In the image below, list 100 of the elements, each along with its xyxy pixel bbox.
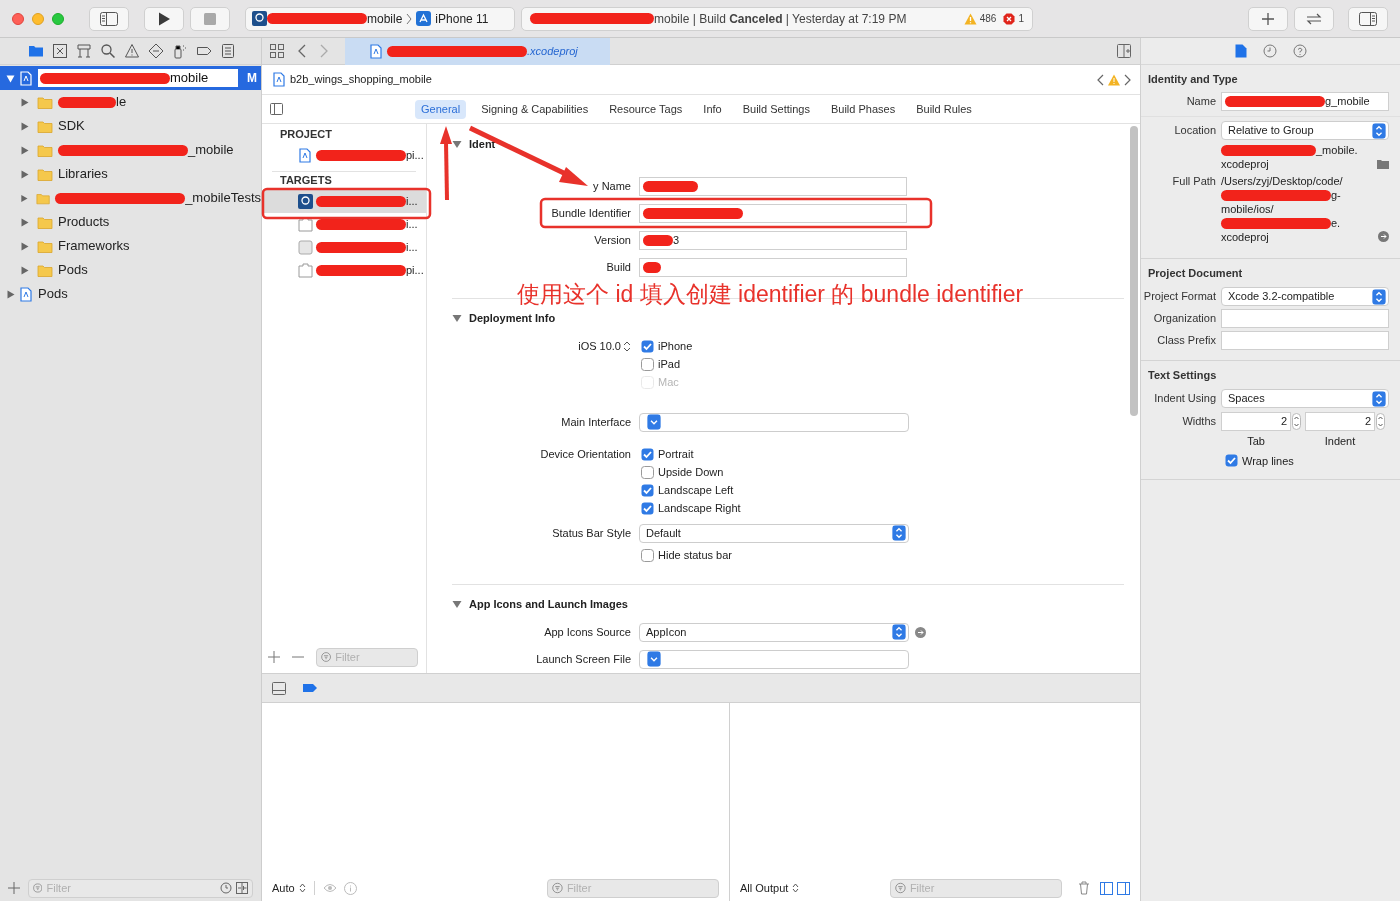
stepper-icon[interactable] [623, 340, 631, 352]
search-icon[interactable] [100, 43, 116, 59]
diamond-tab-icon[interactable] [148, 43, 164, 59]
disclosure-triangle-icon[interactable] [20, 217, 29, 227]
tree-row[interactable]: Frameworks [0, 234, 261, 258]
filter-input[interactable]: Filter [46, 879, 216, 897]
popup-button[interactable]: Spaces [1221, 389, 1389, 408]
tree-row[interactable]: Pods [0, 282, 261, 306]
text-field[interactable] [639, 177, 907, 196]
scrollbar[interactable] [1130, 126, 1138, 416]
target-row[interactable]: pi... [262, 144, 426, 167]
checkbox[interactable] [641, 447, 654, 461]
tree-row[interactable]: Products [0, 210, 261, 234]
output-menu[interactable]: All Output [740, 879, 800, 897]
tree-row[interactable]: mobile M [0, 66, 261, 90]
combo-box[interactable] [639, 649, 909, 669]
sidebar-toggle-button[interactable] [89, 6, 129, 31]
grid-plus-icon[interactable] [236, 882, 248, 894]
trash-icon[interactable] [1078, 881, 1090, 895]
breadcrumb-item[interactable]: b2b_wings_shopping_mobile [290, 71, 432, 88]
text-field[interactable] [1221, 309, 1389, 328]
arrow-circle-icon[interactable] [1378, 231, 1389, 242]
list-tab-icon[interactable] [220, 43, 236, 59]
file-inspector-icon[interactable] [1234, 44, 1247, 58]
warning-tab-icon[interactable] [124, 43, 140, 59]
text-field[interactable] [1221, 331, 1389, 350]
disclosure-triangle-icon[interactable] [20, 169, 29, 179]
disclosure-triangle-icon[interactable] [6, 73, 15, 83]
popup-button[interactable]: AppIcon [639, 622, 909, 642]
combo-box[interactable] [639, 412, 909, 432]
device-name[interactable]: iPhone 11 [435, 9, 489, 28]
settings-tab[interactable]: Info [697, 99, 728, 119]
popup-button[interactable]: Relative to Group [1221, 121, 1389, 140]
tree-row[interactable]: _mobile [0, 138, 261, 162]
right-pane-icon[interactable] [1117, 881, 1130, 895]
add-button[interactable] [1248, 6, 1288, 31]
filter-input[interactable]: Filter [335, 648, 413, 666]
settings-tab[interactable]: Build Phases [824, 99, 902, 119]
zoom-button[interactable] [52, 12, 64, 25]
grid-icon[interactable] [270, 44, 284, 58]
filter-field[interactable]: Filter [547, 878, 719, 898]
stop-button[interactable] [190, 6, 230, 31]
output-menu[interactable]: Auto [272, 879, 306, 897]
disclosure-triangle-icon[interactable] [20, 121, 29, 131]
run-button[interactable] [144, 6, 184, 31]
filter-field[interactable]: Filter [28, 878, 253, 898]
clock-icon[interactable] [220, 882, 232, 894]
arrow-circle-icon[interactable] [915, 626, 926, 638]
settings-tab[interactable]: Signing & Capabilities [475, 99, 595, 119]
settings-tab[interactable]: Build Rules [910, 99, 978, 119]
disclosure-triangle-icon[interactable] [20, 265, 29, 275]
settings-tab[interactable]: Build Settings [736, 99, 816, 119]
target-row[interactable]: i... [262, 236, 426, 259]
breakpoint-icon[interactable] [303, 683, 318, 693]
editor-tab[interactable]: .xcodeproj [345, 37, 610, 65]
tree-row[interactable]: SDK [0, 114, 261, 138]
add-icon[interactable] [8, 882, 20, 894]
tree-row[interactable]: le [0, 90, 261, 114]
number-field[interactable]: 2 [1221, 412, 1291, 431]
text-field[interactable]: g_mobile [1221, 92, 1389, 111]
rename-field[interactable]: mobile [38, 69, 238, 87]
text-field[interactable] [639, 204, 907, 223]
left-pane-icon[interactable] [1100, 881, 1113, 895]
filter-input[interactable]: Filter [909, 879, 1057, 897]
close-button[interactable] [12, 12, 24, 25]
tree-row[interactable]: Pods [0, 258, 261, 282]
checkbox[interactable] [641, 501, 654, 515]
text-field[interactable] [639, 258, 907, 277]
history-icon[interactable] [1262, 44, 1277, 58]
swap-button[interactable] [1294, 6, 1334, 31]
number-field[interactable]: 2 [1305, 412, 1375, 431]
folder-tab-icon[interactable] [28, 43, 44, 59]
disclosure-triangle-icon[interactable] [452, 599, 462, 609]
inspector-toggle-button[interactable] [1348, 6, 1388, 31]
settings-tab[interactable]: General [415, 99, 467, 119]
disclosure-triangle-icon[interactable] [20, 241, 29, 251]
settings-tab[interactable]: Resource Tags [603, 99, 689, 119]
disclosure-triangle-icon[interactable] [20, 97, 29, 107]
filter-input[interactable]: Filter [566, 879, 714, 897]
checkbox[interactable] [641, 357, 654, 371]
folder-icon[interactable] [1377, 159, 1389, 169]
tree-row[interactable]: Libraries [0, 162, 261, 186]
sidebar-toggle-icon[interactable] [270, 103, 283, 115]
target-row[interactable]: i... [262, 190, 426, 213]
filter-field[interactable]: Filter [316, 647, 418, 667]
checkbox[interactable] [641, 465, 654, 479]
target-row[interactable]: i... [262, 213, 426, 236]
filter-field[interactable]: Filter [890, 878, 1062, 898]
popup-button[interactable]: Default [639, 523, 909, 543]
spray-tab-icon[interactable] [172, 43, 188, 59]
checkbox[interactable] [641, 548, 654, 562]
disclosure-triangle-icon[interactable] [452, 139, 462, 149]
disclosure-triangle-icon[interactable] [20, 145, 29, 155]
add-icon[interactable] [268, 651, 280, 663]
square-x-tab-icon[interactable] [52, 43, 68, 59]
hide-debug-icon[interactable] [272, 681, 286, 695]
popup-button[interactable]: Xcode 3.2-compatible [1221, 287, 1389, 306]
disclosure-triangle-icon[interactable] [452, 313, 462, 323]
add-editor-icon[interactable] [1117, 44, 1131, 58]
issue-navigator-icon[interactable] [1096, 72, 1132, 87]
